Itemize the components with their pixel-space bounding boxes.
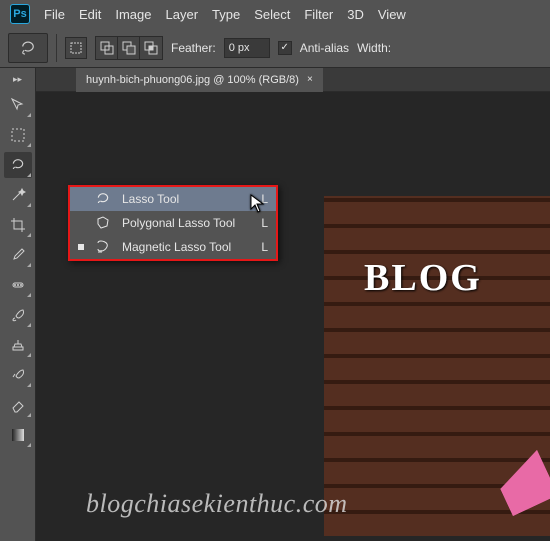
- clone-stamp-tool[interactable]: [4, 332, 32, 358]
- divider: [56, 34, 57, 62]
- flyout-item-key: L: [252, 216, 268, 230]
- feather-label: Feather:: [171, 41, 216, 55]
- selection-add-button[interactable]: [96, 37, 118, 59]
- menu-filter[interactable]: Filter: [304, 7, 333, 22]
- lasso-icon: [95, 191, 111, 207]
- options-bar: Feather: ✓ Anti-alias Width:: [0, 28, 550, 68]
- document-image: BLOG: [324, 196, 550, 536]
- menu-layer[interactable]: Layer: [166, 7, 199, 22]
- width-label: Width:: [357, 41, 391, 55]
- brush-icon: [10, 307, 26, 323]
- close-icon[interactable]: ×: [307, 74, 313, 85]
- eraser-tool[interactable]: [4, 392, 32, 418]
- workspace: huynh-bich-phuong06.jpg @ 100% (RGB/8) ×…: [36, 68, 550, 541]
- flyout-item-label: Lasso Tool: [122, 192, 242, 206]
- canvas-area[interactable]: BLOG: [36, 92, 550, 541]
- toolbox: ▸▸: [0, 68, 36, 541]
- selection-intersect-icon: [143, 40, 159, 56]
- flyout-item-key: L: [252, 240, 268, 254]
- flyout-item-label: Polygonal Lasso Tool: [122, 216, 242, 230]
- tab-strip: huynh-bich-phuong06.jpg @ 100% (RGB/8) ×: [36, 68, 550, 92]
- gradient-icon: [10, 427, 26, 443]
- marquee-icon: [10, 127, 26, 143]
- clone-stamp-icon: [10, 337, 26, 353]
- feather-input[interactable]: [224, 38, 270, 58]
- menu-file[interactable]: File: [44, 7, 65, 22]
- move-tool[interactable]: [4, 92, 32, 118]
- crop-tool[interactable]: [4, 212, 32, 238]
- healing-icon: [10, 277, 26, 293]
- crop-icon: [10, 217, 26, 233]
- polygonal-lasso-icon: [95, 215, 111, 231]
- lasso-icon: [10, 157, 26, 173]
- selection-intersect-button[interactable]: [140, 37, 162, 59]
- selection-mode-group: [95, 36, 163, 60]
- selection-new-button[interactable]: [65, 37, 87, 59]
- flyout-item-label: Magnetic Lasso Tool: [122, 240, 242, 254]
- eraser-icon: [10, 397, 26, 413]
- lasso-icon: [19, 39, 37, 57]
- selection-new-icon: [68, 40, 84, 56]
- blog-text: BLOG: [364, 256, 482, 300]
- history-brush-icon: [10, 367, 26, 383]
- menu-type[interactable]: Type: [212, 7, 240, 22]
- menu-edit[interactable]: Edit: [79, 7, 101, 22]
- antialias-checkbox[interactable]: ✓: [278, 41, 292, 55]
- selection-subtract-icon: [121, 40, 137, 56]
- flyout-lasso-tool[interactable]: Lasso Tool L: [70, 187, 276, 211]
- toolbox-expand-icon[interactable]: ▸▸: [10, 74, 26, 84]
- magic-wand-tool[interactable]: [4, 182, 32, 208]
- current-indicator: [78, 196, 84, 202]
- mouse-cursor: [250, 194, 266, 214]
- magic-wand-icon: [10, 187, 26, 203]
- selection-subtract-button[interactable]: [118, 37, 140, 59]
- current-indicator: [78, 244, 84, 250]
- antialias-label: Anti-alias: [300, 41, 349, 55]
- selection-add-icon: [99, 40, 115, 56]
- menu-view[interactable]: View: [378, 7, 406, 22]
- menu-bar: Ps File Edit Image Layer Type Select Fil…: [0, 0, 550, 28]
- eyedropper-tool[interactable]: [4, 242, 32, 268]
- lasso-tool[interactable]: [4, 152, 32, 178]
- brush-tool[interactable]: [4, 302, 32, 328]
- magnetic-lasso-icon: [95, 239, 111, 255]
- flyout-polygonal-lasso-tool[interactable]: Polygonal Lasso Tool L: [70, 211, 276, 235]
- marquee-tool[interactable]: [4, 122, 32, 148]
- flyout-magnetic-lasso-tool[interactable]: Magnetic Lasso Tool L: [70, 235, 276, 259]
- current-indicator: [78, 220, 84, 226]
- lasso-flyout-menu: Lasso Tool L Polygonal Lasso Tool L Magn…: [68, 185, 278, 261]
- menu-3d[interactable]: 3D: [347, 7, 364, 22]
- menu-select[interactable]: Select: [254, 7, 290, 22]
- cursor-icon: [250, 194, 266, 214]
- gradient-tool[interactable]: [4, 422, 32, 448]
- move-icon: [10, 97, 26, 113]
- menu-image[interactable]: Image: [115, 7, 151, 22]
- document-tab[interactable]: huynh-bich-phuong06.jpg @ 100% (RGB/8) ×: [76, 68, 323, 92]
- eyedropper-icon: [10, 247, 26, 263]
- app-logo: Ps: [10, 4, 30, 24]
- current-tool-indicator[interactable]: [8, 33, 48, 63]
- watermark-text: blogchiasekienthuc.com: [86, 489, 348, 519]
- history-brush-tool[interactable]: [4, 362, 32, 388]
- tab-title: huynh-bich-phuong06.jpg @ 100% (RGB/8): [86, 74, 299, 86]
- healing-brush-tool[interactable]: [4, 272, 32, 298]
